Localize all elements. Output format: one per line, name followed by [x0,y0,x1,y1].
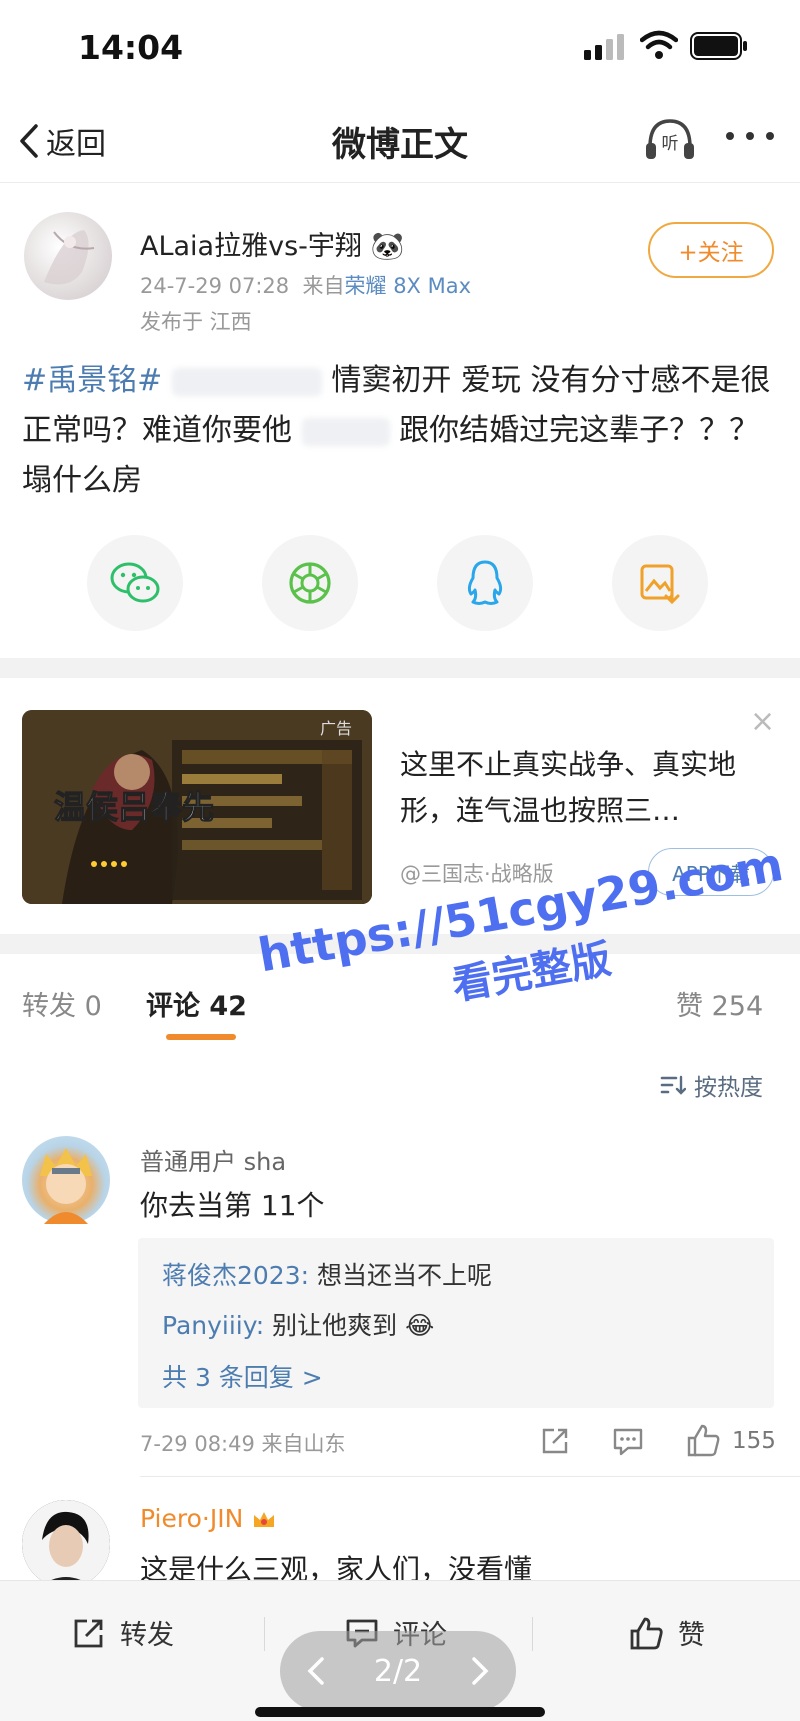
bottom-action-bar: 转发 评论 赞 2/2 [0,1580,800,1721]
redacted-text [301,417,390,446]
author-avatar[interactable] [24,212,112,300]
like-count: 155 [732,1428,776,1454]
save-image-button[interactable] [612,535,708,631]
like-button[interactable]: 赞 [628,1613,705,1652]
avatar-illustration [44,230,95,285]
battery-icon [690,32,747,60]
moments-icon [289,562,331,604]
share-row [0,535,800,633]
more-options-button[interactable] [724,115,776,155]
share-moments-button[interactable] [262,535,358,631]
active-tab-indicator [166,1034,236,1040]
post-meta: 24-7-29 07:28 来自荣耀 8X Max [140,270,471,300]
post-body: #禹景铭# 情窦初开 爱玩 没有分寸感不是很正常吗？难道你要他 跟你结婚过完这辈… [22,356,782,506]
comment-text: 你去当第 11个 [140,1189,325,1222]
headphones-icon: 听 [646,119,694,159]
tab-comments[interactable]: 评论 42 [146,984,247,1023]
avatar-illustration [22,1500,110,1588]
view-more-replies-link[interactable]: 共 3 条回复 > [162,1358,323,1394]
home-indicator[interactable] [255,1707,545,1717]
reply-text: 想当还当不上呢 [317,1261,493,1290]
commenter-avatar[interactable] [22,1500,110,1588]
follow-button[interactable]: +关注 [648,222,774,278]
sort-icon [660,1075,686,1095]
qq-icon [467,560,503,605]
laughing-crying-emoji-icon: 😂 [405,1311,435,1340]
source-prefix: 来自 [302,274,345,298]
status-time: 14:04 [78,28,184,67]
author-name-text: ALaia拉雅vs-宇翔 [140,231,362,262]
commenter-name-text: Piero·JIN [140,1504,244,1533]
hashtag-link[interactable]: #禹景铭# [22,363,162,398]
ad-image-title: 温侯吕奉先 [54,788,214,826]
replies-box[interactable]: 蒋俊杰2023: 想当还当不上呢 Panyiiiy: 别让他爽到 😂 共 3 条… [138,1238,774,1408]
thumbs-up-icon[interactable] [685,1422,721,1458]
ad-image[interactable]: 温侯吕奉先 广告 [22,710,372,904]
avatar-illustration [40,1148,92,1224]
commenter-avatar[interactable] [22,1136,110,1224]
repost-label: 转发 [120,1620,174,1651]
nav-bar: 返回 微博正文 听 [0,95,800,183]
section-divider [0,658,800,678]
comment-meta: 7-29 08:49 来自山东 [140,1432,346,1456]
sort-label: 按热度 [694,1075,763,1101]
reply-text: 别让他爽到 [272,1311,398,1340]
status-bar: 14:04 [0,0,800,95]
more-dots-icon [726,132,774,140]
bar-divider [532,1617,533,1651]
save-image-icon [640,564,680,605]
redacted-text [171,367,322,396]
page-pager: 2/2 [280,1631,516,1711]
reply-author[interactable]: Panyiiiy: [162,1311,264,1340]
ad-close-button[interactable]: × [750,704,775,739]
comment-actions: 155 [540,1420,780,1464]
ad-game-artwork: 温侯吕奉先 广告 [22,710,372,904]
commenter-name[interactable]: Piero·JIN [140,1504,277,1533]
post-location: 发布于 江西 [140,310,252,334]
thumbs-up-icon [630,1617,663,1649]
post-timestamp: 24-7-29 07:28 [140,274,290,298]
like-label: 赞 [678,1620,705,1651]
reply-item[interactable]: Panyiiiy: 别让他爽到 😂 [162,1306,434,1342]
crown-badge-icon [254,1512,275,1527]
ad-text[interactable]: 这里不止真实战争、真实地形，连气温也按照三… [400,742,760,834]
page-indicator: 2/2 [373,1653,423,1689]
panda-emoji-icon: 🐼 [370,231,405,262]
repost-button[interactable]: 转发 [72,1613,174,1652]
ad-badge: 广告 [320,719,352,738]
bar-divider [264,1617,265,1651]
device-name[interactable]: 荣耀 8X Max [345,274,472,298]
share-wechat-button[interactable] [87,535,183,631]
listen-label: 听 [662,134,679,154]
chevron-left-icon[interactable] [306,1655,326,1687]
commenter-name[interactable]: 普通用户 sha [140,1142,286,1177]
comment-icon[interactable] [612,1426,644,1456]
reply-author[interactable]: 蒋俊杰2023: [162,1261,309,1290]
sort-by-hot-button[interactable]: 按热度 [660,1068,763,1102]
comment-divider [140,1476,800,1477]
share-qq-button[interactable] [437,535,533,631]
tab-reposts[interactable]: 转发 0 [22,984,102,1023]
wifi-icon [640,30,678,59]
reply-item[interactable]: 蒋俊杰2023: 想当还当不上呢 [162,1256,492,1292]
wechat-icon [110,562,160,603]
repost-icon [74,1619,103,1647]
author-name[interactable]: ALaia拉雅vs-宇翔 🐼 [140,224,404,263]
share-icon[interactable] [540,1426,570,1456]
chevron-right-icon[interactable] [470,1655,490,1687]
cellular-signal-icon [584,34,624,60]
listen-button[interactable]: 听 [642,113,698,165]
